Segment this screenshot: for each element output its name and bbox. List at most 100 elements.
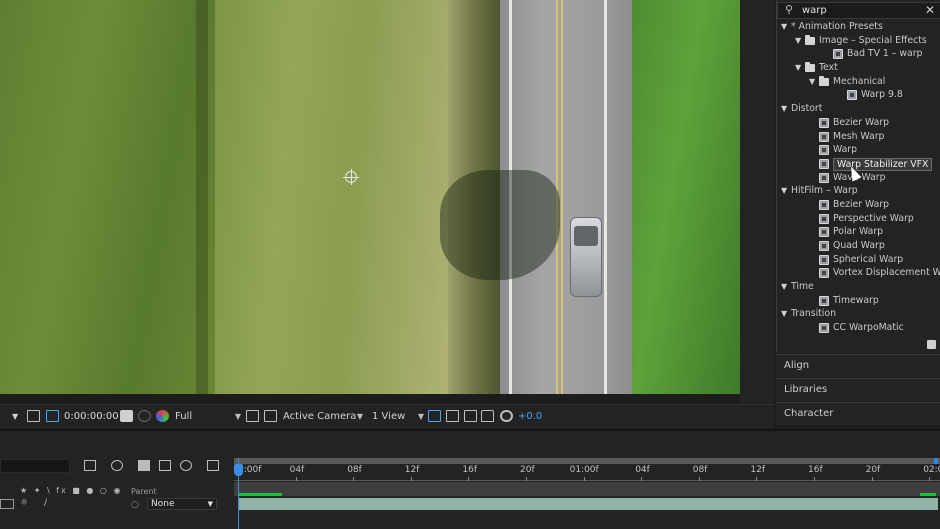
effect-item[interactable]: CC WarpoMatic bbox=[777, 321, 940, 335]
effect-item[interactable]: Bezier Warp bbox=[777, 198, 940, 212]
close-icon[interactable]: ✕ bbox=[925, 3, 935, 17]
effect-item[interactable]: Polar Warp bbox=[777, 225, 940, 239]
folder-icon bbox=[805, 34, 815, 45]
effect-item[interactable]: Perspective Warp bbox=[777, 212, 940, 226]
expand-triangle-icon[interactable]: ▼ bbox=[795, 61, 801, 75]
after-effects-window: ⚲ ✕ ▼ * Animation Presets ▼ Image – Special… bbox=[0, 0, 940, 529]
align-panel-tab[interactable]: Align bbox=[776, 354, 940, 377]
expand-triangle-icon[interactable]: ▼ bbox=[781, 102, 787, 116]
show-snapshot-icon[interactable] bbox=[138, 410, 151, 422]
effects-search-input[interactable] bbox=[802, 4, 922, 17]
effect-item[interactable]: Quad Warp bbox=[777, 239, 940, 253]
time-tick-label: 01:00f bbox=[569, 465, 599, 475]
folder-item[interactable]: ▼ Mechanical bbox=[777, 75, 940, 89]
layer-row[interactable]: ⚛ ∕ ○ None ▼ bbox=[0, 498, 232, 511]
draft-3d-icon[interactable] bbox=[111, 460, 123, 471]
folder-item[interactable]: ▼ Time bbox=[777, 280, 940, 294]
expand-triangle-icon[interactable]: ▼ bbox=[781, 20, 787, 34]
preset-icon bbox=[833, 49, 843, 60]
resolution-value: Full bbox=[175, 411, 193, 422]
parent-dropdown[interactable]: None ▼ bbox=[147, 498, 217, 510]
comp-mini-flowchart-icon[interactable] bbox=[84, 460, 96, 471]
frame-blending-icon[interactable] bbox=[159, 460, 171, 471]
effect-icon bbox=[819, 117, 829, 128]
effect-label: Time bbox=[791, 281, 814, 293]
camera-snapshot-icon[interactable] bbox=[120, 410, 133, 422]
color-channel-icon[interactable] bbox=[156, 410, 169, 422]
folder-item[interactable]: ▼ HitFilm – Warp bbox=[777, 184, 940, 198]
anchor-icon[interactable]: ⚛ bbox=[20, 498, 28, 508]
truck-cab bbox=[574, 226, 598, 246]
libraries-label: Libraries bbox=[784, 384, 828, 395]
flowchart-icon[interactable] bbox=[481, 410, 494, 422]
folder-item[interactable]: ▼ Image – Special Effects bbox=[777, 34, 940, 48]
snapshot-preview-icon[interactable] bbox=[27, 410, 40, 422]
expand-triangle-icon[interactable]: ▼ bbox=[809, 75, 815, 89]
current-timecode[interactable]: 0:00:00:00 bbox=[64, 409, 119, 425]
chevron-down-icon: ▼ bbox=[356, 412, 363, 421]
effect-item[interactable]: Bezier Warp bbox=[777, 116, 940, 130]
shy-layers-icon[interactable] bbox=[138, 460, 150, 471]
effect-icon bbox=[819, 158, 829, 169]
time-tick-label: 02:0 bbox=[923, 465, 940, 475]
time-tick-mark bbox=[756, 477, 758, 481]
effect-item[interactable]: Warp bbox=[777, 143, 940, 157]
motion-blur-icon[interactable] bbox=[180, 460, 192, 471]
fast-previews-toggle-icon[interactable] bbox=[446, 410, 459, 422]
effect-item[interactable]: Timewarp bbox=[777, 294, 940, 308]
views-layout-dropdown[interactable]: 1 View ▼ bbox=[372, 409, 424, 425]
time-ruler[interactable]: 0:00f 04f 08f 12f 16f 20f 01:00f 04f 08f 12f 16f 2… bbox=[234, 431, 940, 529]
effect-label: Mechanical bbox=[833, 75, 886, 87]
chevron-down-icon[interactable]: ▼ bbox=[12, 409, 18, 425]
time-tick-label: 04f bbox=[635, 465, 650, 475]
libraries-panel-tab[interactable]: Libraries bbox=[776, 378, 940, 401]
effect-item[interactable]: Warp 9.8 bbox=[777, 88, 940, 102]
layer-visibility-icon[interactable] bbox=[0, 499, 14, 509]
playhead-handle[interactable] bbox=[234, 464, 243, 476]
folder-item[interactable]: ▼ Transition bbox=[777, 307, 940, 321]
parent-pickwhip-icon[interactable]: ○ bbox=[131, 500, 139, 510]
anchor-point-icon[interactable] bbox=[343, 169, 359, 185]
toggle-pixel-aspect-icon[interactable] bbox=[428, 410, 441, 422]
time-tick-mark bbox=[814, 477, 815, 481]
layer-outline: ★ ✦ \ fx ■ ● ○ ◉ Parent ⚛ ∕ ○ None ▼ bbox=[0, 431, 232, 529]
timeline-search-input[interactable] bbox=[0, 459, 70, 473]
folder-item[interactable]: ▼ * Animation Presets bbox=[777, 20, 940, 34]
expand-triangle-icon[interactable]: ▼ bbox=[781, 280, 787, 294]
work-area-bar[interactable] bbox=[234, 458, 940, 464]
effect-item[interactable]: Bad TV 1 – warp bbox=[777, 47, 940, 61]
timeline-icon[interactable] bbox=[464, 410, 477, 422]
new-bin-icon[interactable] bbox=[927, 340, 936, 349]
expand-triangle-icon[interactable]: ▼ bbox=[781, 184, 787, 198]
effect-icon bbox=[819, 199, 829, 210]
fast-previews-icon[interactable] bbox=[246, 410, 259, 422]
transparency-grid-icon[interactable] bbox=[264, 410, 277, 422]
layer-duration-bar[interactable] bbox=[238, 498, 938, 510]
time-tick-label: 20f bbox=[865, 465, 881, 475]
grass-field-left bbox=[0, 0, 215, 394]
reset-exposure-icon[interactable] bbox=[500, 410, 513, 422]
effect-item[interactable]: Spherical Warp bbox=[777, 253, 940, 267]
expand-triangle-icon[interactable]: ▼ bbox=[795, 34, 801, 48]
effect-item[interactable]: Warp Stabilizer VFX bbox=[777, 157, 940, 171]
work-area-end-handle[interactable] bbox=[934, 458, 938, 464]
folder-item[interactable]: ▼ Text bbox=[777, 61, 940, 75]
effect-icon bbox=[819, 241, 829, 251]
effect-item[interactable]: Vortex Displacement Warp bbox=[777, 266, 940, 280]
camera-dropdown[interactable]: Active Camera ▼ bbox=[283, 409, 363, 425]
effects-search-bar[interactable]: ⚲ ✕ bbox=[777, 2, 940, 19]
quality-icon[interactable]: ∕ bbox=[44, 498, 47, 508]
resolution-dropdown[interactable]: Full ▼ bbox=[175, 409, 241, 425]
graph-editor-icon[interactable] bbox=[207, 460, 219, 471]
folder-icon bbox=[805, 62, 815, 73]
region-of-interest-icon[interactable] bbox=[46, 410, 59, 422]
time-tick-mark bbox=[929, 477, 931, 481]
time-tick-mark bbox=[698, 477, 700, 481]
composition-viewer[interactable] bbox=[0, 0, 740, 394]
character-panel-tab[interactable]: Character bbox=[776, 402, 940, 425]
chevron-down-icon: ▼ bbox=[417, 412, 424, 421]
folder-item[interactable]: ▼ Distort bbox=[777, 102, 940, 116]
exposure-value[interactable]: +0.0 bbox=[518, 409, 542, 425]
effect-item[interactable]: Mesh Warp bbox=[777, 130, 940, 144]
expand-triangle-icon[interactable]: ▼ bbox=[781, 307, 787, 321]
